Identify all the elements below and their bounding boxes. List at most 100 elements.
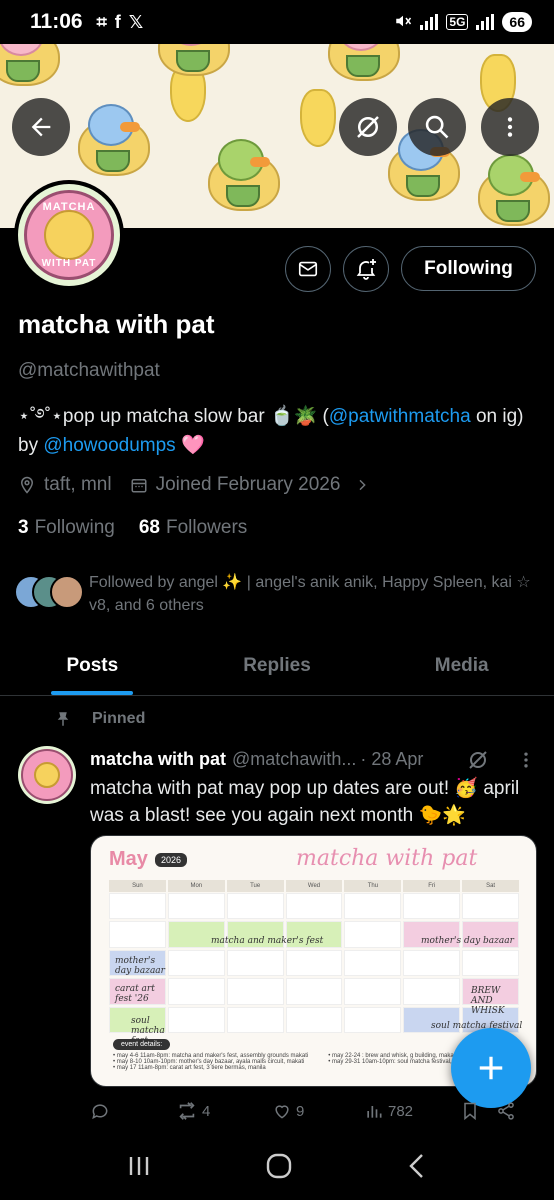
- translate-off-icon: [357, 116, 379, 138]
- profile-meta: taft, mnl Joined February 2026: [18, 474, 388, 496]
- media-month: May: [109, 848, 148, 870]
- view-count: 782: [388, 1102, 414, 1120]
- media-event-label: BREW AND WHISK: [471, 986, 505, 1016]
- tweet-date[interactable]: · 28 Apr: [360, 749, 423, 770]
- tweet-avatar[interactable]: [18, 746, 76, 804]
- message-button[interactable]: [285, 246, 331, 292]
- details-pill: event details:: [113, 1039, 171, 1050]
- home-button[interactable]: [264, 1151, 294, 1186]
- notifications-button[interactable]: [343, 246, 389, 292]
- home-icon: [266, 1153, 292, 1178]
- like-button[interactable]: 9: [272, 1101, 364, 1121]
- followers-label: Followers: [165, 517, 248, 538]
- banner-duck: [150, 44, 242, 82]
- avatar-logo-text: MATCHA: [42, 201, 96, 213]
- pinned-indicator: Pinned: [54, 710, 145, 728]
- weekday: Wed: [285, 880, 343, 892]
- following-button[interactable]: Following: [401, 246, 536, 291]
- more-icon: [507, 117, 513, 137]
- more-options-button[interactable]: [481, 98, 539, 156]
- back-nav-button[interactable]: [405, 1152, 429, 1185]
- share-icon: [498, 1102, 514, 1120]
- screenshot-icon: ⌗: [96, 11, 107, 32]
- bell-plus-icon: [356, 259, 376, 280]
- repost-count: 4: [202, 1102, 211, 1120]
- banner-duck: [200, 139, 292, 217]
- back-chevron-icon: [408, 1153, 423, 1178]
- network-type: 5G: [446, 14, 469, 30]
- weekday: Mon: [167, 880, 225, 892]
- avatar-logo: [21, 749, 73, 801]
- bio-link-howoodumps[interactable]: @howoodumps: [43, 435, 175, 456]
- avatar: [50, 575, 84, 609]
- plus-icon: [479, 1056, 503, 1080]
- profile-joined[interactable]: Joined February 2026: [130, 474, 371, 496]
- calendar-icon: [131, 479, 147, 493]
- bookmark-button[interactable]: [460, 1101, 496, 1121]
- share-button[interactable]: [496, 1101, 516, 1121]
- location-pin-icon: [20, 476, 34, 494]
- tab-replies[interactable]: Replies: [185, 636, 370, 695]
- weekday: Tue: [226, 880, 284, 892]
- views-icon: [367, 1106, 382, 1118]
- views-button[interactable]: 782: [364, 1101, 460, 1121]
- compose-button[interactable]: [451, 1028, 531, 1108]
- tweet-author[interactable]: matcha with pat: [90, 749, 226, 770]
- banner-banana: [300, 89, 336, 147]
- recent-apps-button[interactable]: [125, 1153, 153, 1184]
- tab-posts[interactable]: Posts: [0, 636, 185, 695]
- media-calendar-grid: [109, 893, 519, 1033]
- search-button[interactable]: [408, 98, 466, 156]
- battery-indicator: 66: [502, 12, 532, 32]
- tweet-more-icon[interactable]: [516, 750, 536, 775]
- profile-handle: @matchawithpat: [18, 360, 160, 381]
- bio-text: ⋆˚࿔˚⋆pop up matcha slow bar 🍵🪴 (: [18, 406, 329, 427]
- weekday: Sun: [109, 880, 166, 892]
- tweet-handle[interactable]: @matchawith...: [232, 749, 356, 770]
- followed-by-text: Followed by angel ✨ | angel's anik anik,…: [89, 574, 531, 614]
- bio-link-patwithmatcha[interactable]: @patwithmatcha: [329, 406, 471, 427]
- like-count: 9: [296, 1102, 305, 1120]
- profile-tabs: Posts Replies Media: [0, 636, 554, 696]
- tab-media[interactable]: Media: [369, 636, 554, 695]
- avatar-logo-text: WITH PAT: [41, 258, 97, 269]
- repost-button[interactable]: 4: [176, 1100, 272, 1122]
- recent-apps-icon: [130, 1156, 149, 1175]
- repost-icon: [179, 1102, 195, 1120]
- heart-icon: [275, 1105, 289, 1119]
- bookmark-icon: [464, 1102, 476, 1121]
- tweet-text: matcha with pat may pop up dates are out…: [90, 778, 520, 826]
- tweet-header: matcha with pat @matchawith... · 28 Apr: [90, 749, 423, 770]
- media-event-label: matcha and maker's fest: [211, 936, 324, 946]
- followed-by[interactable]: Followed by angel ✨ | angel's anik anik,…: [14, 571, 539, 617]
- profile-avatar[interactable]: MATCHA WITH PAT: [14, 180, 124, 290]
- tweet-actions: 4 9 782: [90, 1100, 530, 1122]
- weekday: Thu: [344, 880, 402, 892]
- back-arrow-icon: [31, 117, 51, 137]
- translate-toggle-button[interactable]: [339, 98, 397, 156]
- following-count: 3: [18, 517, 29, 538]
- reply-button[interactable]: [90, 1101, 176, 1121]
- status-time: 11:06: [30, 10, 83, 33]
- profile-location: taft, mnl: [18, 474, 112, 496]
- banner-duck: [70, 104, 162, 182]
- profile-bio: ⋆˚࿔˚⋆pop up matcha slow bar 🍵🪴 (@patwith…: [18, 402, 538, 460]
- media-weekdays: Sun Mon Tue Wed Thu Fri Sat: [109, 880, 520, 892]
- media-event-label: mother's day bazaar: [421, 936, 514, 946]
- banner-duck: [320, 44, 412, 87]
- banner-duck: [470, 154, 554, 228]
- location-text: taft, mnl: [44, 474, 112, 495]
- avatar-logo: MATCHA WITH PAT: [24, 190, 114, 280]
- following-count-link[interactable]: 3 Following: [18, 517, 115, 539]
- signal-icon-2: [476, 14, 495, 30]
- media-title: matcha with pat: [296, 846, 478, 871]
- followers-count: 68: [138, 517, 160, 538]
- followers-count-link[interactable]: 68 Followers: [139, 517, 247, 539]
- joined-text: Joined February 2026: [155, 474, 341, 495]
- following-label: Following: [34, 517, 115, 538]
- search-icon: [425, 115, 449, 139]
- mail-icon: [298, 261, 318, 277]
- media-year: 2026: [155, 853, 188, 867]
- translate-off-icon[interactable]: [466, 748, 490, 777]
- back-button[interactable]: [12, 98, 70, 156]
